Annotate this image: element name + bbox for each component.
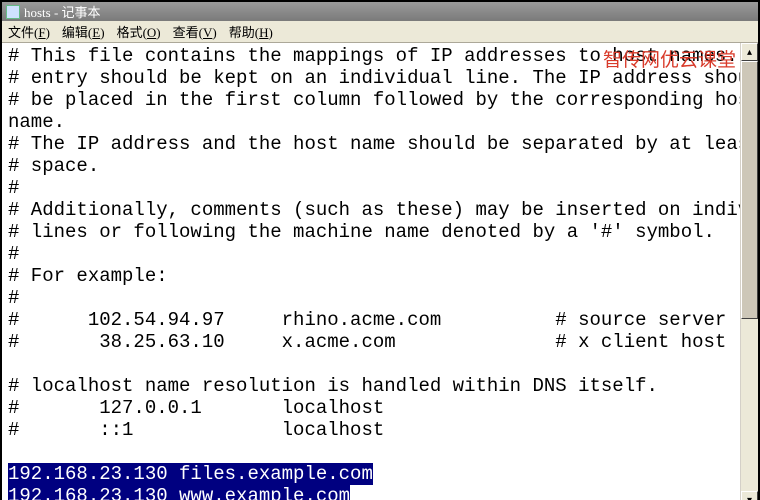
text-line: # ::1 localhost: [8, 419, 736, 441]
text-line: # lines or following the machine name de…: [8, 221, 736, 243]
text-line: 192.168.23.130 files.example.com: [8, 463, 736, 485]
menubar: 文件(F) 编辑(E) 格式(O) 查看(V) 帮助(H): [2, 21, 758, 43]
text-line: # be placed in the first column followed…: [8, 89, 736, 111]
text-line: # The IP address and the host name shoul…: [8, 133, 736, 155]
text-line: # space.: [8, 155, 736, 177]
text-line: # 38.25.63.10 x.acme.com # x client host: [8, 331, 736, 353]
scroll-up-button[interactable]: ▴: [741, 43, 758, 61]
app-icon: [6, 5, 20, 19]
content-area: # This file contains the mappings of IP …: [2, 43, 758, 500]
text-line: # localhost name resolution is handled w…: [8, 375, 736, 397]
titlebar[interactable]: hosts - 记事本: [2, 2, 758, 21]
text-line: # For example:: [8, 265, 736, 287]
scroll-thumb[interactable]: [741, 61, 758, 319]
text-line: name.: [8, 111, 736, 133]
text-line: [8, 353, 736, 375]
text-line: [8, 441, 736, 463]
scroll-down-button[interactable]: ▾: [741, 491, 758, 500]
text-line: # This file contains the mappings of IP …: [8, 45, 736, 67]
vertical-scrollbar[interactable]: ▴ ▾: [740, 43, 758, 500]
menu-view[interactable]: 查看(V): [167, 20, 223, 43]
text-line: # 127.0.0.1 localhost: [8, 397, 736, 419]
text-line: # 102.54.94.97 rhino.acme.com # source s…: [8, 309, 736, 331]
text-line: 192.168.23.130 www.example.com: [8, 485, 736, 500]
text-line: #: [8, 287, 736, 309]
text-line: # entry should be kept on an individual …: [8, 67, 736, 89]
menu-format[interactable]: 格式(O): [111, 20, 167, 43]
text-line: # Additionally, comments (such as these)…: [8, 199, 736, 221]
window-title: hosts - 记事本: [24, 2, 101, 21]
menu-edit[interactable]: 编辑(E): [56, 20, 111, 43]
text-editor[interactable]: # This file contains the mappings of IP …: [2, 43, 740, 500]
scroll-track[interactable]: [741, 61, 758, 491]
menu-help[interactable]: 帮助(H): [223, 20, 279, 43]
menu-file[interactable]: 文件(F): [2, 20, 56, 43]
notepad-window: hosts - 记事本 文件(F) 编辑(E) 格式(O) 查看(V) 帮助(H…: [0, 0, 760, 500]
text-line: #: [8, 177, 736, 199]
text-line: #: [8, 243, 736, 265]
